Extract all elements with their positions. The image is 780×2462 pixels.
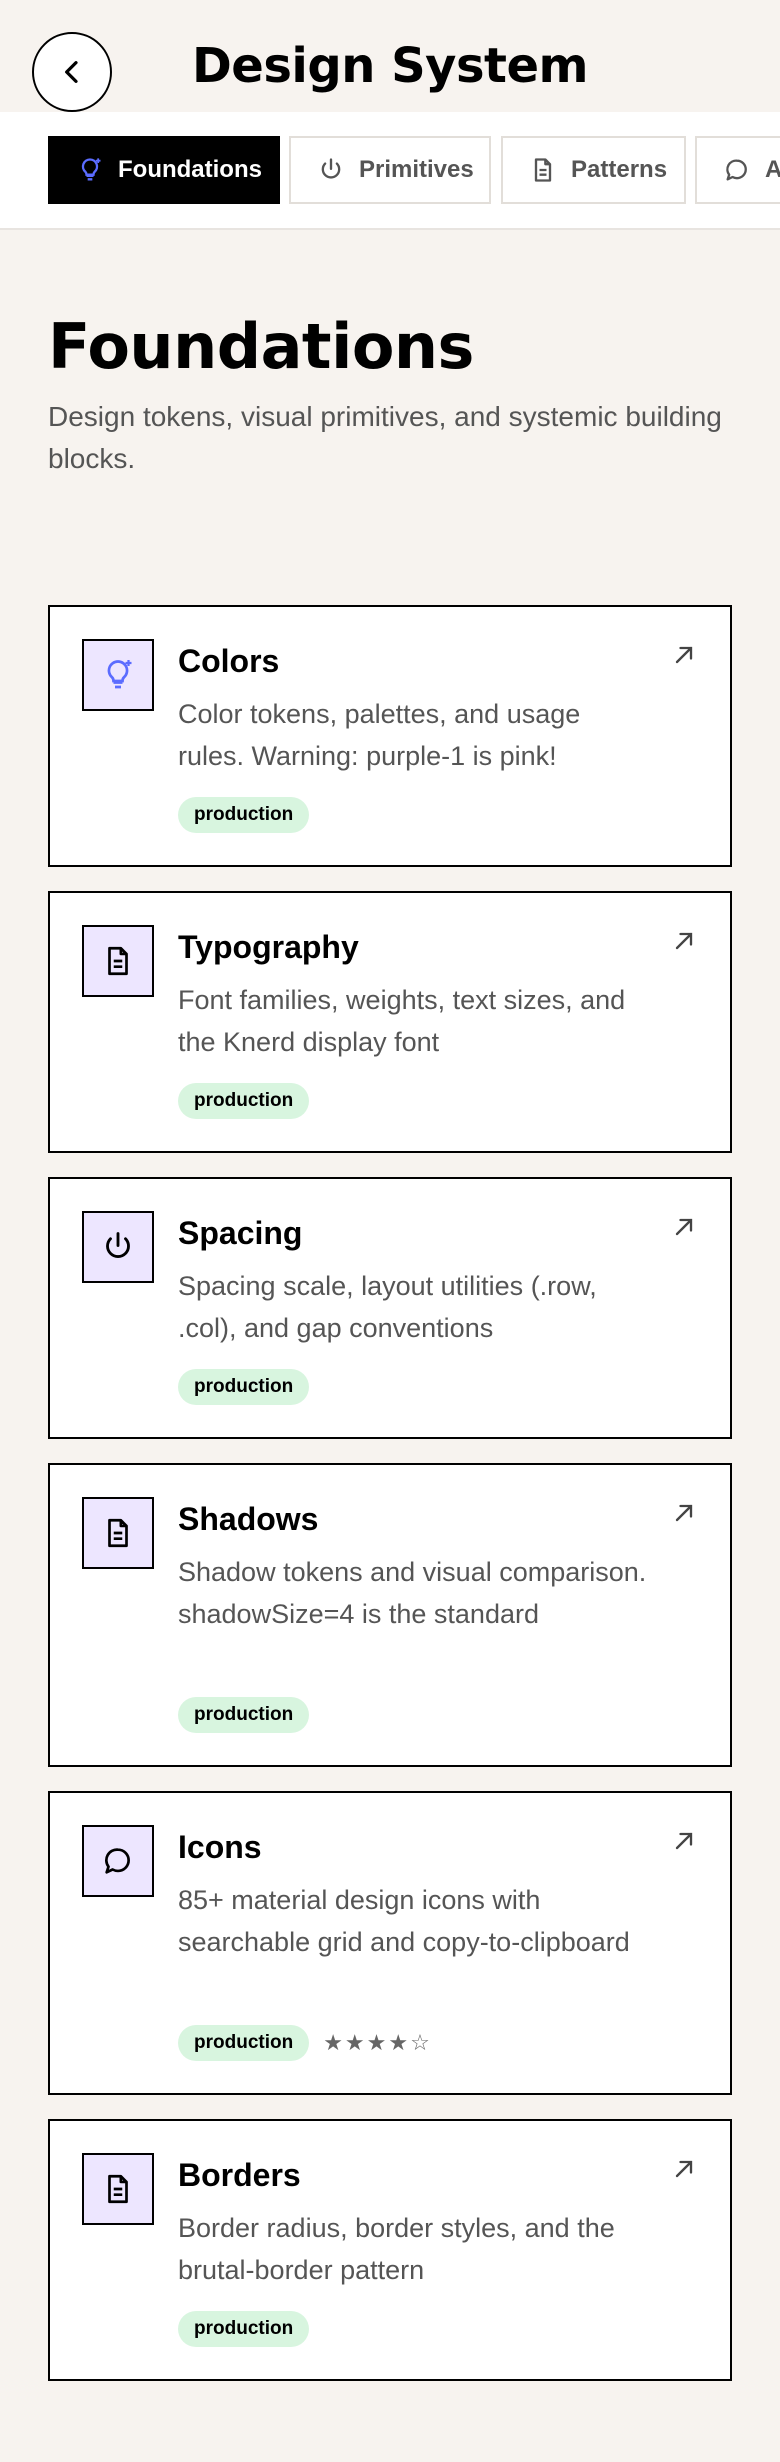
card-icon-box	[82, 2153, 154, 2225]
tab-foundations[interactable]: Foundations	[48, 136, 280, 204]
card-icon-box	[82, 1497, 154, 1569]
card-title: Shadows	[178, 1501, 319, 1537]
arrow-up-right-icon[interactable]	[670, 1213, 698, 1241]
tab-label: Au	[765, 156, 780, 184]
card-description: Shadow tokens and visual comparison. sha…	[178, 1557, 647, 1629]
card-icon-box	[82, 639, 154, 711]
section-title: Foundations	[48, 310, 474, 383]
section-description: Design tokens, visual primitives, and sy…	[48, 401, 722, 474]
lightbulb-icon	[107, 660, 132, 689]
card-title: Colors	[178, 643, 280, 679]
card-title: Spacing	[178, 1215, 303, 1251]
tab-label: Patterns	[571, 156, 668, 183]
card-description: Color tokens, palettes, and usage rules.…	[178, 699, 581, 771]
status-badge: production	[178, 1083, 310, 1119]
star-rating: ★★★★☆	[323, 2030, 432, 2055]
arrow-up-right-icon[interactable]	[670, 1499, 698, 1527]
power-icon	[321, 158, 341, 179]
document-icon	[108, 1518, 128, 1548]
tab-label: Primitives	[359, 156, 474, 183]
app-header: Design System	[0, 0, 780, 112]
card-title: Typography	[178, 929, 359, 965]
card-icon-box	[82, 1211, 154, 1283]
status-badge: production	[178, 2025, 310, 2061]
card-description: 85+ material design icons with searchabl…	[178, 1885, 630, 1957]
arrow-up-right-icon[interactable]	[670, 641, 698, 669]
status-badge: production	[178, 2311, 310, 2347]
chat-bubble-icon	[726, 159, 747, 181]
tab-primitives[interactable]: Primitives	[289, 136, 491, 204]
card-footer: production	[178, 797, 310, 833]
status-badge: production	[178, 1369, 310, 1405]
card-footer: production	[178, 2311, 310, 2347]
card-footer: production ★★★★☆	[178, 2025, 432, 2061]
card-borders[interactable]: Borders Border radius, border styles, an…	[48, 2119, 732, 2381]
card-icon-box	[82, 925, 154, 997]
document-icon	[108, 2174, 128, 2204]
card-footer: production	[178, 1697, 310, 1733]
lightbulb-icon	[81, 158, 101, 181]
arrow-up-right-icon[interactable]	[670, 927, 698, 955]
status-badge: production	[178, 797, 310, 833]
card-description: Font families, weights, text sizes, and …	[178, 985, 626, 1057]
page-title: Design System	[191, 38, 589, 94]
card-description: Spacing scale, layout utilities (.row, .…	[178, 1271, 597, 1343]
status-badge: production	[178, 1697, 310, 1733]
card-footer: production	[178, 1083, 310, 1119]
card-description: Border radius, border styles, and the br…	[178, 2213, 615, 2285]
card-typography[interactable]: Typography Font families, weights, text …	[48, 891, 732, 1153]
arrow-up-right-icon[interactable]	[670, 2155, 698, 2183]
tab-patterns[interactable]: Patterns	[501, 136, 686, 204]
card-shadows[interactable]: Shadows Shadow tokens and visual compari…	[48, 1463, 732, 1767]
power-icon	[106, 1232, 130, 1258]
document-icon	[108, 946, 128, 976]
card-title: Icons	[178, 1829, 262, 1865]
card-spacing[interactable]: Spacing Spacing scale, layout utilities …	[48, 1177, 732, 1439]
tab-label: Foundations	[118, 156, 262, 183]
card-icon-box	[82, 1825, 154, 1897]
card-title: Borders	[178, 2157, 301, 2193]
tab-au[interactable]: Au	[695, 136, 780, 204]
card-colors[interactable]: Colors Color tokens, palettes, and usage…	[48, 605, 732, 867]
chat-bubble-icon	[105, 1848, 130, 1874]
document-icon	[534, 158, 552, 182]
card-footer: production	[178, 1369, 310, 1405]
card-icons[interactable]: Icons 85+ material design icons with sea…	[48, 1791, 732, 2095]
arrow-up-right-icon[interactable]	[670, 1827, 698, 1855]
tab-bar: Foundations Primitives Patterns Au	[0, 112, 780, 230]
